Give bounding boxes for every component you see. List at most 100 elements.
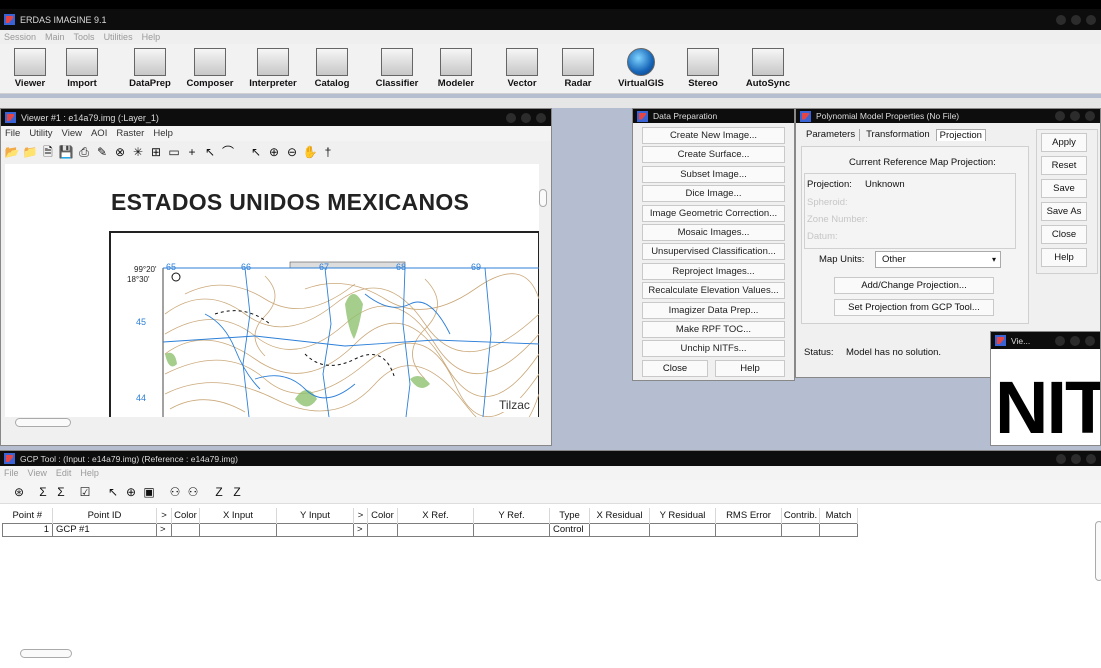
- tab-parameters[interactable]: Parameters: [806, 129, 861, 141]
- toolbar-viewer-button[interactable]: Viewer: [2, 48, 58, 89]
- gcp-col-header[interactable]: X Residual: [589, 508, 650, 523]
- close-button[interactable]: Close: [1041, 225, 1087, 244]
- toolbar-interpreter-button[interactable]: Interpreter: [245, 48, 301, 89]
- gcp-cell[interactable]: Control: [549, 522, 590, 537]
- minimize-button[interactable]: [1056, 453, 1066, 464]
- binoculars-add-icon[interactable]: ⚇: [184, 483, 202, 501]
- data-prep-button-4[interactable]: Dice Image...: [642, 185, 785, 203]
- zoom-in-icon[interactable]: ⊕: [265, 143, 283, 161]
- z-icon[interactable]: Z: [210, 483, 228, 501]
- data-prep-button-7[interactable]: Unsupervised Classification...: [642, 243, 785, 261]
- data-prep-button-8[interactable]: Reproject Images...: [642, 262, 785, 280]
- save-button[interactable]: Save: [1041, 179, 1087, 198]
- maximize-button[interactable]: [521, 112, 531, 123]
- grid-icon[interactable]: ⊞: [147, 143, 165, 161]
- maximize-button[interactable]: [1071, 14, 1081, 25]
- add-change-projection-button[interactable]: Add/Change Projection...: [834, 277, 994, 294]
- inquire-icon[interactable]: †: [319, 143, 337, 161]
- help-button[interactable]: Help: [1041, 248, 1087, 267]
- gcp-cell[interactable]: [367, 522, 398, 537]
- gcp-menu-view[interactable]: View: [28, 468, 47, 478]
- maximize-button[interactable]: [1071, 453, 1081, 464]
- viewer-menu-raster[interactable]: Raster: [116, 128, 144, 139]
- viewer-menu-utility[interactable]: Utility: [29, 128, 52, 139]
- maximize-button[interactable]: [1070, 111, 1080, 121]
- sigma-icon[interactable]: Σ: [34, 483, 52, 501]
- data-prep-button-12[interactable]: Unchip NITFs...: [642, 340, 785, 358]
- gcp-cell[interactable]: >: [353, 522, 368, 537]
- select-pointer-icon[interactable]: ↖: [104, 483, 122, 501]
- gcp-col-header[interactable]: Color: [367, 508, 398, 523]
- gcp-col-header[interactable]: Y Ref.: [473, 508, 550, 523]
- gcp-cell[interactable]: [473, 522, 550, 537]
- toolbar-modeler-button[interactable]: Modeler: [428, 48, 484, 89]
- gcp-cell[interactable]: [649, 522, 716, 537]
- close-button[interactable]: [1085, 111, 1095, 121]
- toolbar-classifier-button[interactable]: Classifier: [369, 48, 425, 89]
- map-units-select[interactable]: Other ▾: [875, 251, 1001, 268]
- menu-tools[interactable]: Tools: [74, 32, 95, 42]
- gcp-cell[interactable]: [589, 522, 650, 537]
- apply-button[interactable]: Apply: [1041, 133, 1087, 152]
- toolbar-autosync-button[interactable]: AutoSync: [740, 48, 796, 89]
- gcp-menu-edit[interactable]: Edit: [56, 468, 72, 478]
- gcp-cell[interactable]: [819, 522, 858, 537]
- gcp-cell[interactable]: [171, 522, 200, 537]
- print-icon[interactable]: ⎙: [75, 143, 93, 161]
- viewer-menu-file[interactable]: File: [5, 128, 20, 139]
- gcp-col-header[interactable]: Y Input: [276, 508, 354, 523]
- toolbar-vector-button[interactable]: Vector: [494, 48, 550, 89]
- gcp-col-header[interactable]: Y Residual: [649, 508, 716, 523]
- gcp-hscroll[interactable]: [20, 649, 72, 658]
- gcp-col-header[interactable]: Match: [819, 508, 858, 523]
- close-button[interactable]: [1086, 453, 1096, 464]
- gcp-col-header[interactable]: Point #: [2, 508, 53, 523]
- gcp-col-header[interactable]: >: [353, 508, 368, 523]
- minimize-button[interactable]: [506, 112, 516, 123]
- data-prep-button-1[interactable]: Create New Image...: [642, 127, 785, 144]
- gcp-col-header[interactable]: Contrib.: [781, 508, 820, 523]
- toolbar-dataprep-button[interactable]: DataPrep: [122, 48, 178, 89]
- menu-utilities[interactable]: Utilities: [104, 32, 133, 42]
- snow-icon[interactable]: ✳: [129, 143, 147, 161]
- select-pointer-icon[interactable]: ↖: [247, 143, 265, 161]
- gcp-cell[interactable]: [397, 522, 474, 537]
- gcp-col-header[interactable]: X Input: [199, 508, 277, 523]
- gcp-cell[interactable]: >: [156, 522, 172, 537]
- gcp-col-header[interactable]: X Ref.: [397, 508, 474, 523]
- zoom-out-icon[interactable]: ⊖: [283, 143, 301, 161]
- new-icon[interactable]: 🗎: [39, 143, 57, 161]
- gcp-settings-icon[interactable]: ⊛: [10, 483, 28, 501]
- gcp-col-header[interactable]: RMS Error: [715, 508, 782, 523]
- data-prep-button-6[interactable]: Mosaic Images...: [642, 224, 785, 241]
- tab-transformation[interactable]: Transformation: [866, 129, 930, 141]
- gcp-col-header[interactable]: >: [156, 508, 172, 523]
- gcp-cell[interactable]: [276, 522, 354, 537]
- data-prep-button-10[interactable]: Imagizer Data Prep...: [642, 301, 785, 319]
- toolbar-radar-button[interactable]: Radar: [550, 48, 606, 89]
- data-prep-button-5[interactable]: Image Geometric Correction...: [642, 204, 785, 222]
- minimize-button[interactable]: [1056, 14, 1066, 25]
- gcp-menu-file[interactable]: File: [4, 468, 19, 478]
- create-gcp-icon[interactable]: ⊕: [122, 483, 140, 501]
- pan-hand-icon[interactable]: ✋: [301, 143, 319, 161]
- data-prep-button-3[interactable]: Subset Image...: [642, 165, 785, 183]
- viewer-menu-aoi[interactable]: AOI: [91, 128, 107, 139]
- checkbox-tool-icon[interactable]: ☑: [76, 483, 94, 501]
- viewer-vscroll[interactable]: [539, 189, 547, 207]
- gcp-cell[interactable]: GCP #1: [52, 522, 157, 537]
- close-button[interactable]: [536, 112, 546, 123]
- tab-projection[interactable]: Projection: [935, 129, 986, 141]
- open-layer-icon[interactable]: 📁: [21, 143, 39, 161]
- ruler-icon[interactable]: ▭: [165, 143, 183, 161]
- data-prep-button-9[interactable]: Recalculate Elevation Values...: [642, 282, 785, 300]
- data-prep-button-11[interactable]: Make RPF TOC...: [642, 321, 785, 338]
- gcp-col-header[interactable]: Color: [171, 508, 200, 523]
- z-grid-icon[interactable]: Z: [228, 483, 246, 501]
- lock-icon[interactable]: ▣: [140, 483, 158, 501]
- profile-icon[interactable]: ⌒: [219, 143, 237, 161]
- viewer-menu-view[interactable]: View: [62, 128, 82, 139]
- gcp-cell[interactable]: [199, 522, 277, 537]
- map-canvas[interactable]: ESTADOS UNIDOS MEXICANOS 99°20' 18°30' 6…: [5, 164, 539, 417]
- open-folder-icon[interactable]: 📂: [3, 143, 21, 161]
